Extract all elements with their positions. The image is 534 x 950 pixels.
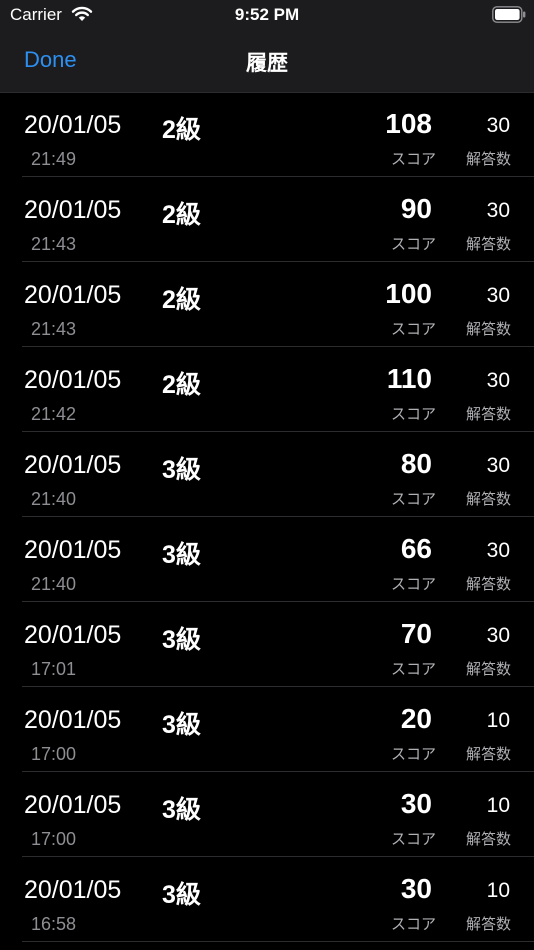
row-date: 20/01/05 xyxy=(24,791,122,819)
battery-icon xyxy=(492,6,526,23)
row-time: 17:00 xyxy=(31,744,77,764)
row-score: 90 xyxy=(400,193,432,224)
row-date: 20/01/05 xyxy=(24,281,122,309)
answer-count-label: 解答数 xyxy=(465,661,511,678)
row-answer-count: 30 xyxy=(486,284,510,307)
row-score: 30 xyxy=(400,788,432,819)
row-date: 20/01/05 xyxy=(24,876,122,904)
row-time: 17:00 xyxy=(31,829,77,849)
row-grade: 2級 xyxy=(162,201,201,229)
answer-count-label: 解答数 xyxy=(465,576,511,593)
row-answer-count: 10 xyxy=(486,794,510,817)
row-answer-count: 30 xyxy=(486,539,510,562)
row-score: 100 xyxy=(385,278,432,309)
row-grade: 3級 xyxy=(162,881,201,909)
row-date: 20/01/05 xyxy=(24,536,122,564)
row-score: 80 xyxy=(400,448,432,479)
score-label: スコア xyxy=(390,236,436,253)
score-label: スコア xyxy=(390,916,436,933)
row-answer-count: 30 xyxy=(486,454,510,477)
row-time: 16:58 xyxy=(31,914,77,934)
row-answer-count: 30 xyxy=(486,369,510,392)
row-time: 21:49 xyxy=(31,149,77,169)
history-row[interactable]: 20/01/05 3級 21:40 80 スコア 30 解答数 xyxy=(0,432,534,517)
row-score: 66 xyxy=(400,533,432,564)
page-title: 履歴 xyxy=(246,52,288,75)
row-time: 17:01 xyxy=(31,659,77,679)
score-label: スコア xyxy=(390,661,436,678)
row-date: 20/01/05 xyxy=(24,366,122,394)
answer-count-label: 解答数 xyxy=(465,491,511,508)
answer-count-label: 解答数 xyxy=(465,746,511,763)
row-score: 110 xyxy=(386,363,432,394)
row-date: 20/01/05 xyxy=(24,196,122,224)
row-time: 21:42 xyxy=(31,404,77,424)
answer-count-label: 解答数 xyxy=(465,236,511,253)
history-list: 20/01/05 2級 21:49 108 スコア 30 解答数 20/01/05 2級 21:4… xyxy=(0,92,534,942)
row-time: 21:40 xyxy=(31,574,77,594)
status-bar: Carrier 9:52 PM xyxy=(0,0,534,30)
row-grade: 2級 xyxy=(162,371,201,399)
navigation-bar: Done 履歴 xyxy=(0,30,534,93)
row-grade: 3級 xyxy=(162,711,201,739)
row-grade: 3級 xyxy=(162,796,201,824)
history-row[interactable]: 20/01/05 3級 17:00 20 スコア 10 解答数 xyxy=(0,687,534,772)
row-grade: 2級 xyxy=(162,286,201,314)
row-time: 21:43 xyxy=(31,319,77,339)
row-score: 108 xyxy=(385,108,432,139)
answer-count-label: 解答数 xyxy=(465,831,511,848)
answer-count-label: 解答数 xyxy=(465,321,511,338)
row-time: 21:40 xyxy=(31,489,77,509)
score-label: スコア xyxy=(390,321,436,338)
history-row[interactable]: 20/01/05 2級 21:42 110 スコア 30 解答数 xyxy=(0,347,534,432)
row-score: 20 xyxy=(400,703,432,734)
row-grade: 3級 xyxy=(162,541,201,569)
row-date: 20/01/05 xyxy=(24,621,122,649)
row-grade: 3級 xyxy=(162,626,201,654)
history-row[interactable]: 20/01/05 3級 21:40 66 スコア 30 解答数 xyxy=(0,517,534,602)
row-score: 30 xyxy=(400,873,432,904)
score-label: スコア xyxy=(390,151,436,168)
row-answer-count: 30 xyxy=(486,114,510,137)
row-time: 21:43 xyxy=(31,234,77,254)
row-date: 20/01/05 xyxy=(24,451,122,479)
row-answer-count: 30 xyxy=(486,624,510,647)
status-time: 9:52 PM xyxy=(234,5,300,24)
history-row[interactable]: 20/01/05 2級 21:49 108 スコア 30 解答数 xyxy=(0,92,534,177)
answer-count-label: 解答数 xyxy=(465,406,511,423)
history-row[interactable]: 20/01/05 2級 21:43 100 スコア 30 解答数 xyxy=(0,262,534,347)
history-row[interactable]: 20/01/05 3級 17:00 30 スコア 10 解答数 xyxy=(0,772,534,857)
answer-count-label: 解答数 xyxy=(465,916,511,933)
score-label: スコア xyxy=(390,576,436,593)
score-label: スコア xyxy=(390,406,436,423)
row-date: 20/01/05 xyxy=(24,706,122,734)
row-answer-count: 10 xyxy=(486,709,510,732)
score-label: スコア xyxy=(390,831,436,848)
history-row[interactable]: 20/01/05 3級 17:01 70 スコア 30 解答数 xyxy=(0,602,534,687)
row-grade: 2級 xyxy=(162,116,201,144)
row-date: 20/01/05 xyxy=(24,111,122,139)
score-label: スコア xyxy=(390,491,436,508)
history-row[interactable]: 20/01/05 3級 16:58 30 スコア 10 解答数 xyxy=(0,857,534,942)
history-row[interactable]: 20/01/05 2級 21:43 90 スコア 30 解答数 xyxy=(0,177,534,262)
score-label: スコア xyxy=(390,746,436,763)
row-grade: 3級 xyxy=(162,456,201,484)
row-answer-count: 10 xyxy=(486,879,510,902)
row-answer-count: 30 xyxy=(486,199,510,222)
row-score: 70 xyxy=(400,618,432,649)
answer-count-label: 解答数 xyxy=(465,151,511,168)
